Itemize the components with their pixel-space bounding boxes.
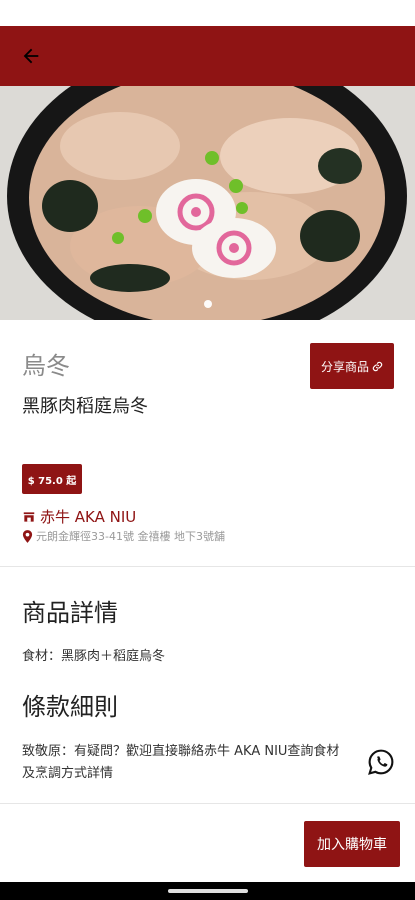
location-pin-icon <box>22 529 33 543</box>
add-to-cart-button[interactable]: 加入購物車 <box>304 821 400 867</box>
home-indicator[interactable] <box>168 889 248 893</box>
carousel-dot-active <box>203 300 212 308</box>
link-icon <box>372 361 383 371</box>
shop-link[interactable]: 赤牛 AKA NIU <box>22 506 136 527</box>
share-product-button[interactable]: 分享商品 <box>310 343 394 389</box>
ingredients-text: 食材：黑豚肉＋稻庭烏冬 <box>22 649 166 664</box>
app-bar <box>0 26 415 86</box>
product-category: 烏冬 <box>22 352 70 380</box>
terms-text-line-1: 致敬原：有疑問？歡迎直接聯絡赤牛 AKA NIU查詢食材 <box>22 744 340 759</box>
whatsapp-icon[interactable] <box>367 748 395 776</box>
shop-address-row: 元朗金輝徑33-41號 金禧樓 地下3號舖 <box>22 528 225 544</box>
product-image-carousel[interactable] <box>0 86 415 320</box>
arrow-left-icon <box>23 48 39 64</box>
price-badge: $ 75.0 起 <box>22 464 82 494</box>
terms-text-line-2: 及烹調方式詳情 <box>22 766 114 781</box>
product-info: 烏冬 黑豚肉稻庭烏冬 分享商品 $ 75.0 起 赤牛 AKA NIU 元朗金輝… <box>0 320 415 566</box>
shop-address: 元朗金輝徑33-41號 金禧樓 地下3號舖 <box>36 530 225 543</box>
share-button-label: 分享商品 <box>320 359 369 374</box>
bottom-action-bar: 加入購物車 <box>0 804 415 882</box>
product-photo <box>0 86 415 320</box>
details-title: 商品詳情 <box>22 599 118 627</box>
carousel-indicator <box>0 300 415 308</box>
status-bar <box>0 0 415 26</box>
storefront-icon <box>23 511 35 522</box>
product-name: 黑豚肉稻庭烏冬 <box>22 396 148 417</box>
terms-title: 條款細則 <box>22 693 118 721</box>
back-button[interactable] <box>14 39 48 73</box>
system-navigation-bar <box>0 882 415 900</box>
shop-name: 赤牛 AKA NIU <box>40 508 137 526</box>
product-details-section: 商品詳情 食材：黑豚肉＋稻庭烏冬 條款細則 致敬原：有疑問？歡迎直接聯絡赤牛 A… <box>0 567 415 803</box>
